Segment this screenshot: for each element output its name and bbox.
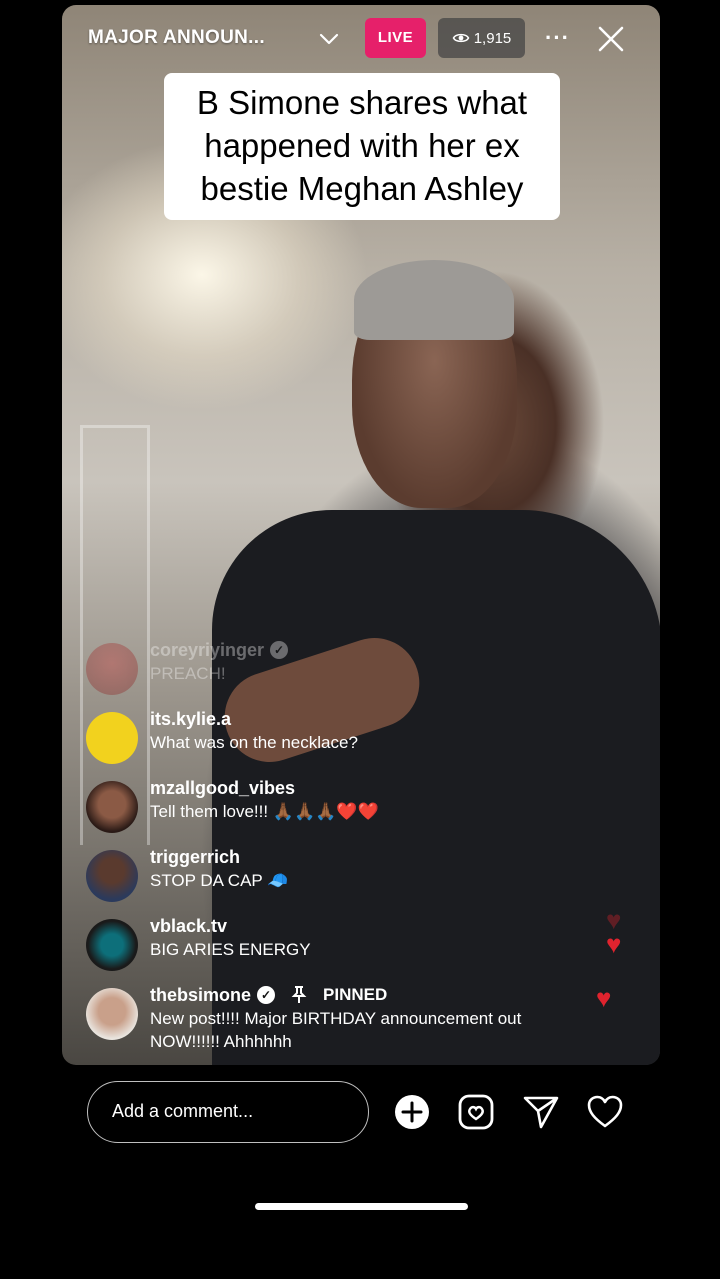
comment-username[interactable]: thebsimone: [150, 983, 251, 1007]
chevron-down-icon[interactable]: [317, 27, 341, 51]
avatar: [86, 988, 138, 1040]
comment-message: Tell them love!!! 🙏🏾🙏🏾🙏🏾❤️❤️: [150, 802, 379, 821]
viewer-count: 1,915: [473, 29, 512, 47]
comment-item[interactable]: triggerrich STOP DA CAP 🧢: [86, 845, 288, 902]
comment-username[interactable]: mzallgood_vibes: [150, 776, 295, 800]
presenter-hair: [354, 260, 514, 340]
home-indicator[interactable]: [255, 1203, 468, 1210]
live-badge: LIVE: [365, 18, 426, 58]
stream-title[interactable]: MAJOR ANNOUN...: [88, 27, 265, 49]
add-icon[interactable]: [393, 1093, 431, 1131]
comment-item[interactable]: coreyriyinger ✓ PREACH!: [86, 638, 289, 695]
more-icon[interactable]: ···: [545, 25, 570, 51]
caption-line: B Simone shares what: [196, 84, 528, 121]
avatar: [86, 643, 138, 695]
viewer-count-badge[interactable]: 1,915: [438, 18, 525, 58]
send-icon[interactable]: [522, 1093, 560, 1131]
pinned-comment[interactable]: thebsimone ✓ PINNED New post!!!! Major B…: [86, 983, 521, 1053]
comment-message: NOW!!!!!! Ahhhhhh: [150, 1032, 292, 1051]
comment-message: What was on the necklace?: [150, 733, 358, 752]
avatar: [86, 850, 138, 902]
pin-icon: [291, 986, 307, 1003]
comment-message: PREACH!: [150, 664, 226, 683]
comment-message: BIG ARIES ENERGY: [150, 940, 311, 959]
heart-icon[interactable]: [586, 1093, 624, 1131]
avatar: [86, 919, 138, 971]
comment-item[interactable]: its.kylie.a What was on the necklace?: [86, 707, 358, 764]
caption-line: bestie Meghan Ashley: [200, 170, 524, 207]
comment-item[interactable]: vblack.tv BIG ARIES ENERGY: [86, 914, 311, 971]
close-icon[interactable]: [595, 23, 627, 55]
comment-username[interactable]: triggerrich: [150, 845, 240, 869]
pinned-label: PINNED: [323, 985, 388, 1004]
comment-username[interactable]: coreyriyinger: [150, 638, 264, 662]
verified-icon: ✓: [270, 641, 289, 659]
comment-message: New post!!!! Major BIRTHDAY announcement…: [150, 1009, 522, 1028]
instagram-icon[interactable]: [457, 1093, 495, 1131]
avatar: [86, 781, 138, 833]
comment-username[interactable]: vblack.tv: [150, 914, 227, 938]
live-top-bar: MAJOR ANNOUN... LIVE 1,915 ···: [62, 15, 660, 63]
comment-message: STOP DA CAP 🧢: [150, 871, 289, 890]
caption-sticker: B Simone shares what happened with her e…: [164, 73, 560, 220]
caption-line: happened with her ex: [204, 127, 520, 164]
heart-icon: ♥: [606, 929, 622, 959]
eye-icon: [452, 33, 470, 43]
comment-input[interactable]: Add a comment...: [87, 1081, 369, 1143]
comment-item[interactable]: mzallgood_vibes Tell them love!!! 🙏🏾🙏🏾🙏🏾…: [86, 776, 379, 833]
avatar: [86, 712, 138, 764]
heart-icon: ♥: [596, 983, 612, 1013]
verified-icon: ✓: [257, 986, 276, 1004]
comment-username[interactable]: its.kylie.a: [150, 707, 231, 731]
